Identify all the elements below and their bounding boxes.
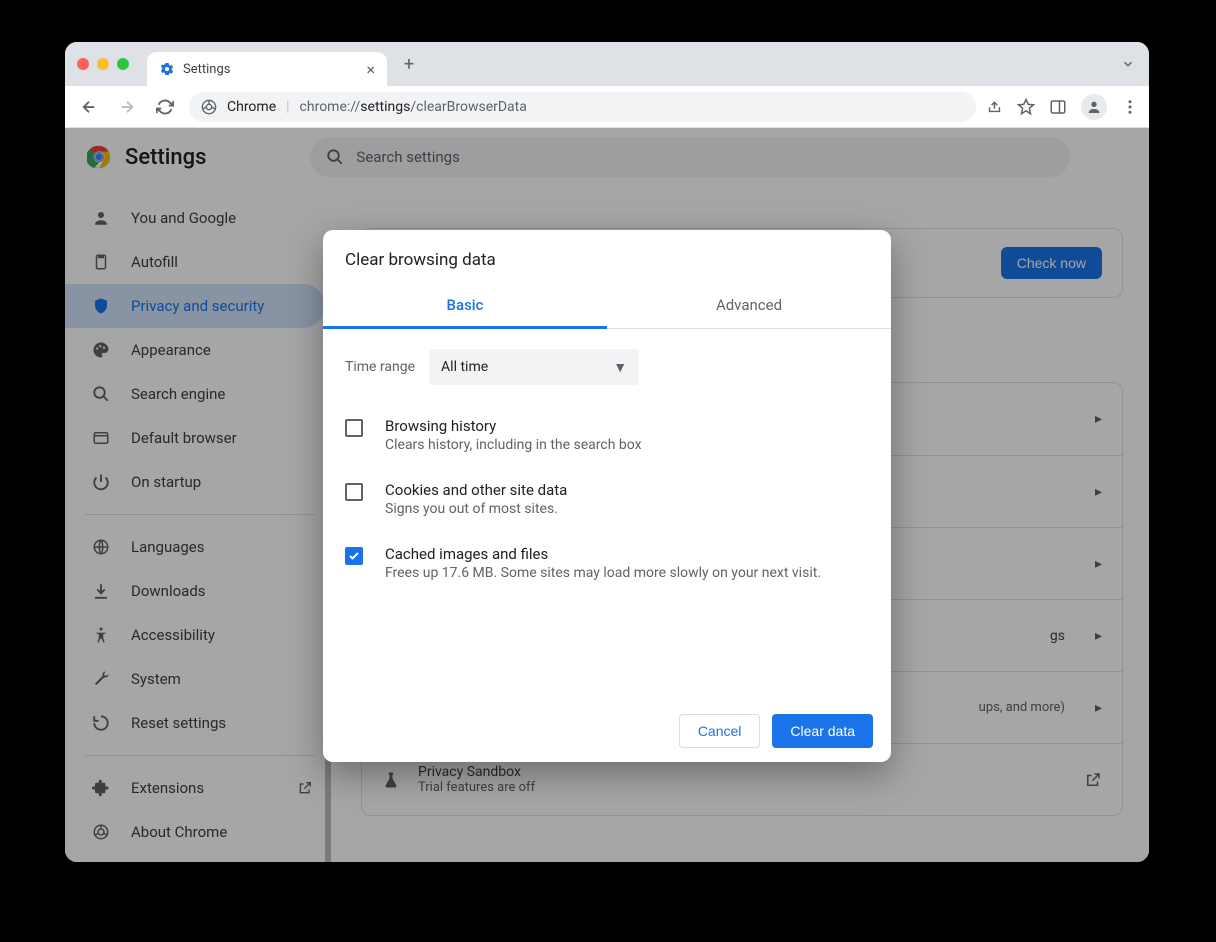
time-range-row: Time range All time ▼ xyxy=(345,349,869,385)
toolbar-actions xyxy=(986,94,1139,120)
minimize-window-button[interactable] xyxy=(97,58,109,70)
time-range-label: Time range xyxy=(345,359,415,375)
new-tab-button[interactable]: + xyxy=(395,50,423,78)
tab-strip: Settings × + xyxy=(65,42,1149,86)
close-window-button[interactable] xyxy=(77,58,89,70)
cancel-button[interactable]: Cancel xyxy=(679,714,761,748)
window-controls xyxy=(77,58,147,70)
dialog-body: Time range All time ▼ Browsing history C… xyxy=(323,329,891,700)
checkbox-unchecked[interactable] xyxy=(345,483,363,501)
option-desc: Frees up 17.6 MB. Some sites may load mo… xyxy=(385,565,821,581)
chrome-page-icon xyxy=(201,99,217,115)
clear-data-button[interactable]: Clear data xyxy=(772,714,873,748)
tab-title: Settings xyxy=(183,62,230,77)
kebab-menu-icon[interactable] xyxy=(1121,98,1139,116)
checkbox-checked[interactable] xyxy=(345,547,363,565)
clear-browsing-data-dialog: Clear browsing data Basic Advanced Time … xyxy=(323,230,891,762)
browser-tab[interactable]: Settings × xyxy=(147,52,387,86)
option-browsing-history[interactable]: Browsing history Clears history, includi… xyxy=(345,407,869,471)
dialog-actions: Cancel Clear data xyxy=(323,700,891,762)
dropdown-triangle-icon: ▼ xyxy=(613,359,627,376)
tab-basic[interactable]: Basic xyxy=(323,284,607,329)
option-desc: Signs you out of most sites. xyxy=(385,501,567,517)
forward-button[interactable] xyxy=(113,93,141,121)
option-cookies[interactable]: Cookies and other site data Signs you ou… xyxy=(345,471,869,535)
share-icon[interactable] xyxy=(986,98,1003,115)
option-desc: Clears history, including in the search … xyxy=(385,437,642,453)
option-title: Cached images and files xyxy=(385,545,821,563)
reload-button[interactable] xyxy=(151,93,179,121)
time-range-select[interactable]: All time ▼ xyxy=(429,349,639,385)
close-tab-button[interactable]: × xyxy=(366,60,375,79)
side-panel-icon[interactable] xyxy=(1049,98,1067,116)
back-button[interactable] xyxy=(75,93,103,121)
tab-list-button[interactable] xyxy=(1121,57,1135,71)
url-host: Chrome xyxy=(227,99,276,115)
time-range-value: All time xyxy=(441,359,488,375)
page-content: Settings Search settings You and Google … xyxy=(65,128,1149,862)
address-bar[interactable]: Chrome | chrome://settings/clearBrowserD… xyxy=(189,92,976,122)
dialog-title: Clear browsing data xyxy=(323,230,891,284)
url-text: chrome://settings/clearBrowserData xyxy=(300,99,527,115)
gear-icon xyxy=(159,61,175,77)
tab-advanced[interactable]: Advanced xyxy=(607,284,891,328)
checkbox-unchecked[interactable] xyxy=(345,419,363,437)
profile-avatar[interactable] xyxy=(1081,94,1107,120)
option-title: Browsing history xyxy=(385,417,642,435)
option-cached-images[interactable]: Cached images and files Frees up 17.6 MB… xyxy=(345,535,869,599)
dialog-tabs: Basic Advanced xyxy=(323,284,891,329)
option-title: Cookies and other site data xyxy=(385,481,567,499)
browser-window: Settings × + Chrome | chrome://settings/… xyxy=(65,42,1149,862)
maximize-window-button[interactable] xyxy=(117,58,129,70)
bookmark-icon[interactable] xyxy=(1017,98,1035,116)
browser-toolbar: Chrome | chrome://settings/clearBrowserD… xyxy=(65,86,1149,128)
